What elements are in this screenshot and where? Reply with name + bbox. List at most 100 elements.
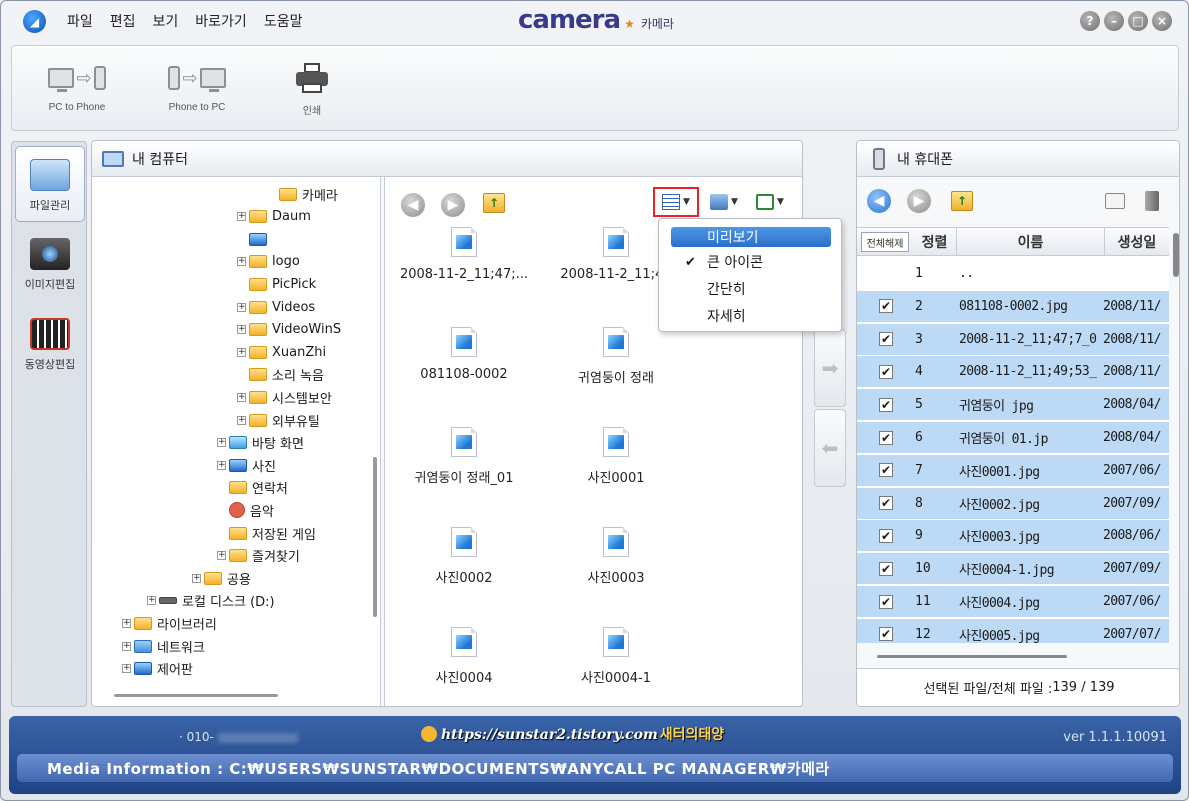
tree-item[interactable]: + VideoWinS	[237, 319, 341, 341]
send-to-pc-button[interactable]: ⬅	[814, 409, 846, 487]
phone-to-pc-button[interactable]: ⇨ Phone to PC	[162, 62, 232, 113]
tree-item[interactable]: + logo	[237, 251, 300, 273]
new-folder-icon[interactable]	[1105, 193, 1125, 209]
row-checkbox[interactable]: ✔	[879, 332, 893, 347]
file-item[interactable]: 2008-11-2_11;47;...	[389, 227, 539, 282]
back-button[interactable]: ◀	[401, 193, 425, 217]
print-button[interactable]: 인쇄	[292, 62, 332, 117]
tree-horizontal-scrollbar[interactable]	[114, 694, 278, 697]
file-item[interactable]: 사진0004	[389, 627, 539, 686]
grid-scrollbar[interactable]	[1173, 233, 1179, 277]
expand-icon[interactable]: +	[237, 257, 246, 267]
slideshow-button[interactable]: ▼	[747, 187, 793, 217]
expand-icon[interactable]: +	[217, 460, 226, 470]
expand-icon[interactable]: +	[192, 573, 201, 583]
tree-item[interactable]: + 바탕 화면	[217, 432, 304, 454]
tab-video-edit[interactable]: 동영상편집	[15, 306, 85, 382]
grid-horizontal-scrollbar[interactable]	[877, 655, 1067, 658]
menu-view[interactable]: 보기	[153, 11, 179, 31]
tree-item[interactable]: + 즐겨찾기	[217, 545, 300, 567]
view-option-details[interactable]: 자세히	[671, 306, 831, 326]
menu-edit[interactable]: 편집	[110, 11, 136, 31]
tree-item[interactable]: + 라이브러리	[122, 612, 217, 634]
menu-file[interactable]: 파일	[67, 11, 93, 31]
tree-scrollbar[interactable]	[373, 457, 377, 617]
tree-item[interactable]: +카메라	[267, 183, 338, 205]
row-checkbox[interactable]: ✔	[879, 463, 893, 478]
view-option-large-icons[interactable]: ✔ 큰 아이콘	[671, 252, 831, 272]
tree-item[interactable]: + XuanZhi	[237, 341, 326, 363]
tab-file-manager[interactable]: 파일관리	[15, 146, 85, 222]
file-item[interactable]: 사진0004-1	[541, 627, 691, 686]
tree-item[interactable]: + 사진	[217, 454, 276, 476]
expand-icon[interactable]: +	[237, 347, 246, 357]
phone-back-button[interactable]: ◀	[867, 189, 891, 213]
app-logo-icon[interactable]: ◢	[23, 10, 46, 33]
tree-item[interactable]: +음악	[217, 499, 274, 521]
tree-item[interactable]: + Daum	[237, 206, 311, 228]
tree-item[interactable]: + 제어판	[122, 658, 193, 680]
phone-folder-up-button[interactable]: ↑	[951, 191, 973, 211]
table-row[interactable]: 1..	[857, 258, 1169, 290]
row-checkbox[interactable]: ✔	[879, 397, 893, 412]
table-row[interactable]: ✔ 8 사진0002.jpg 2007/09/	[857, 487, 1169, 520]
table-row[interactable]: ✔ 6 귀염둥이 01.jp 2008/04/	[857, 422, 1169, 454]
row-checkbox[interactable]: ✔	[879, 430, 893, 445]
tree-item[interactable]: +	[237, 228, 272, 250]
view-option-simple[interactable]: 간단히	[671, 279, 831, 299]
row-checkbox[interactable]: ✔	[879, 627, 893, 642]
row-checkbox[interactable]: ✔	[879, 594, 893, 609]
table-row[interactable]: ✔ 9 사진0003.jpg 2008/06/	[857, 520, 1169, 553]
tree-item[interactable]: + 시스템보안	[237, 386, 332, 408]
file-item[interactable]: 사진0003	[541, 527, 691, 586]
table-row[interactable]: ✔ 2 081108-0002.jpg 2008/11/	[857, 290, 1169, 323]
table-row[interactable]: ✔ 5 귀염둥이 jpg 2008/04/	[857, 389, 1169, 422]
folder-up-button[interactable]: ↑	[483, 193, 505, 213]
file-item[interactable]: 귀염둥이 정래_01	[389, 427, 539, 486]
row-checkbox[interactable]: ✔	[879, 299, 893, 314]
view-option-preview[interactable]: 미리보기	[671, 227, 831, 247]
pc-to-phone-button[interactable]: ⇨ PC to Phone	[42, 62, 112, 113]
row-checkbox[interactable]: ✔	[879, 496, 893, 511]
view-mode-button[interactable]: ▼	[653, 187, 699, 217]
row-checkbox[interactable]: ✔	[879, 364, 893, 379]
sort-button[interactable]: ▼	[701, 187, 747, 217]
tree-item[interactable]: + 네트워크	[122, 635, 205, 657]
tree-item[interactable]: +소리 녹음	[237, 364, 324, 386]
expand-icon[interactable]: +	[217, 551, 226, 561]
tree-item[interactable]: +저장된 게임	[217, 522, 316, 544]
expand-icon[interactable]: +	[237, 415, 246, 425]
close-button[interactable]: ×	[1152, 11, 1172, 31]
deselect-all-button[interactable]: 전체해제	[861, 232, 909, 252]
expand-icon[interactable]: +	[217, 438, 226, 448]
expand-icon[interactable]: +	[237, 392, 246, 402]
tree-item[interactable]: + 로컬 디스크 (D:)	[147, 590, 275, 612]
table-row[interactable]: ✔ 4 2008-11-2_11;49;53_ 2008/11/	[857, 356, 1169, 389]
expand-icon[interactable]: +	[237, 325, 246, 335]
tab-image-edit[interactable]: 이미지편집	[15, 226, 85, 302]
table-row[interactable]: ✔ 7 사진0001.jpg 2007/06/	[857, 454, 1169, 487]
help-button[interactable]: ?	[1080, 11, 1100, 31]
file-item[interactable]: 사진0001	[541, 427, 691, 486]
tree-item[interactable]: + Videos	[237, 296, 315, 318]
forward-button[interactable]: ▶	[441, 193, 465, 217]
expand-icon[interactable]: +	[237, 212, 246, 222]
column-date[interactable]: 생성일	[1105, 228, 1169, 256]
tree-item[interactable]: +연락처	[217, 477, 288, 499]
phone-forward-button[interactable]: ▶	[907, 189, 931, 213]
table-row[interactable]: ✔ 12 사진0005.jpg 2007/07/	[857, 618, 1169, 643]
file-item[interactable]: 귀염둥이 정래	[541, 327, 691, 386]
menu-shortcut[interactable]: 바로가기	[195, 11, 247, 31]
tree-item[interactable]: + 공용	[192, 567, 251, 589]
expand-icon[interactable]: +	[147, 596, 156, 606]
file-item[interactable]: 사진0002	[389, 527, 539, 586]
column-sort[interactable]: 정렬	[913, 228, 957, 256]
expand-icon[interactable]: +	[122, 664, 131, 674]
tree-item[interactable]: +PicPick	[237, 273, 316, 295]
menu-help[interactable]: 도움말	[264, 11, 303, 31]
row-checkbox[interactable]: ✔	[879, 561, 893, 576]
trash-icon[interactable]	[1145, 191, 1159, 211]
file-item[interactable]: 081108-0002	[389, 327, 539, 382]
expand-icon[interactable]: +	[122, 641, 131, 651]
column-name[interactable]: 이름	[957, 228, 1105, 256]
